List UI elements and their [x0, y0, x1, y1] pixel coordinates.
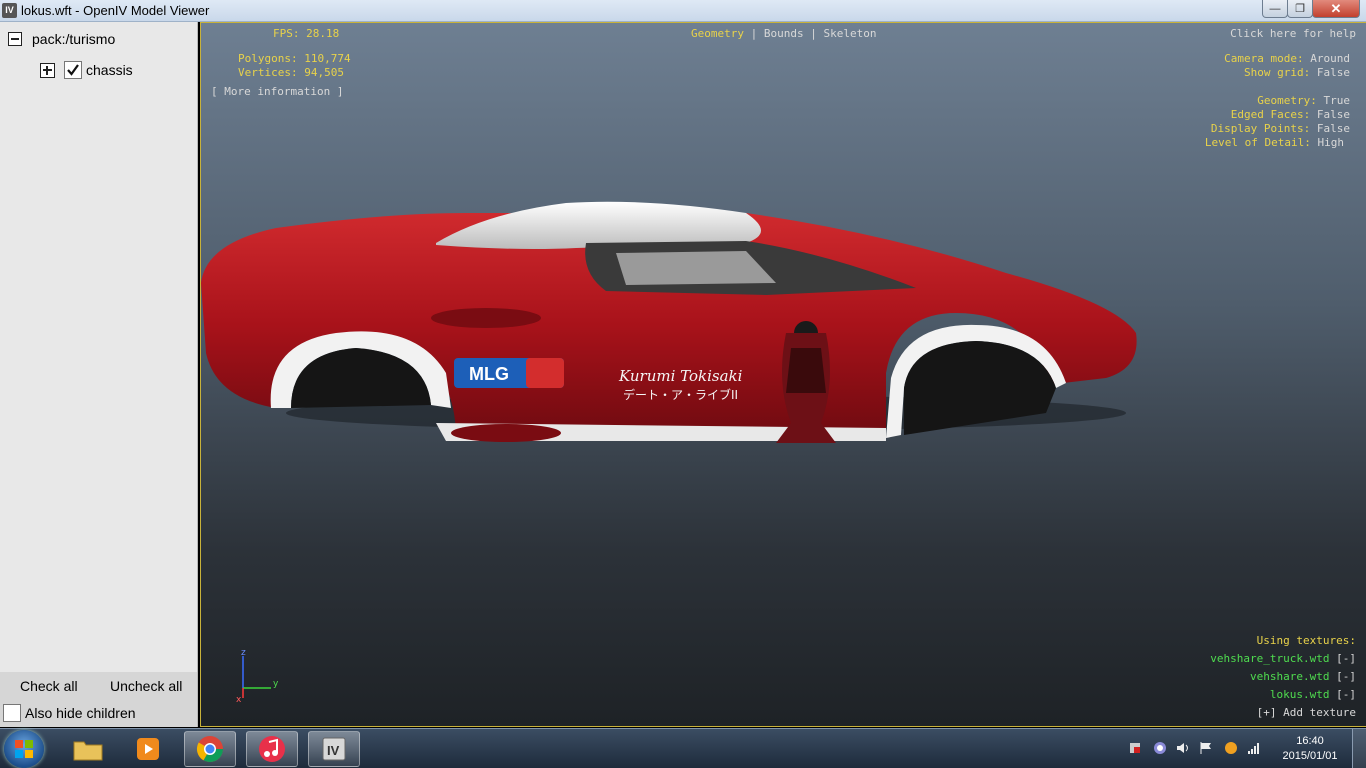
axis-z-label: z [241, 648, 246, 658]
setting-label: Edged Faces: [1230, 108, 1311, 121]
camera-mode-setting[interactable]: Camera mode: Around [1224, 52, 1350, 65]
taskbar-chrome[interactable] [184, 731, 236, 767]
mlg-text: MLG [469, 364, 509, 384]
setting-value[interactable]: False [1317, 108, 1350, 121]
fps-readout: FPS: 28.18 [273, 27, 340, 40]
setting-value[interactable]: True [1324, 94, 1351, 107]
setting-label: Geometry: [1257, 94, 1317, 107]
tree-root-row[interactable]: pack:/turismo [8, 31, 115, 47]
geometry-setting[interactable]: Geometry: True [1257, 94, 1350, 107]
setting-label: Camera mode: [1224, 52, 1304, 65]
axis-x-label: x [236, 695, 242, 703]
tray-network-alert-icon[interactable] [1128, 741, 1142, 755]
separator: | [750, 27, 758, 40]
setting-value[interactable]: Around [1310, 52, 1350, 65]
decal-subtitle-text: デート・ア・ライブII [623, 387, 738, 402]
taskbar-explorer[interactable] [62, 731, 114, 767]
car-model[interactable]: MLG Kurumi Tokisaki デート・ア・ライブII [186, 173, 1146, 453]
show-grid-setting[interactable]: Show grid: False [1244, 66, 1350, 79]
itunes-icon [259, 736, 285, 762]
decal-name-text: Kurumi Tokisaki [618, 367, 743, 385]
clock-date: 2015/01/01 [1282, 750, 1338, 762]
tree-item-chassis[interactable]: chassis [40, 61, 133, 79]
chrome-icon [196, 736, 224, 763]
close-button[interactable]: ✕ [1312, 0, 1360, 18]
side-intake-lower [451, 424, 561, 442]
also-hide-children-checkbox[interactable] [3, 704, 21, 722]
side-intake-upper [431, 308, 541, 328]
network-signal-icon[interactable] [1247, 741, 1261, 755]
tab-bounds[interactable]: Bounds [764, 27, 804, 40]
tab-geometry[interactable]: Geometry [691, 27, 744, 40]
window-title: lokus.wft - OpenIV Model Viewer [21, 3, 210, 18]
polygons-readout: Polygons: 110,774 [238, 52, 351, 65]
tray-app-icon[interactable] [1153, 741, 1167, 755]
uncheck-all-button[interactable]: Uncheck all [110, 678, 182, 694]
setting-label: Display Points: [1210, 122, 1311, 135]
start-button[interactable] [4, 730, 44, 768]
model-tree-panel: pack:/turismo chassis Check all Uncheck … [0, 22, 198, 727]
checkmark-icon [67, 64, 79, 76]
setting-value[interactable]: False [1317, 122, 1350, 135]
add-texture-button[interactable]: [+] Add texture [1257, 706, 1356, 719]
tray-orange-app-icon[interactable] [1224, 741, 1238, 755]
edged-faces-setting[interactable]: Edged Faces: False [1231, 108, 1350, 121]
clock-time: 16:40 [1296, 735, 1324, 747]
remove-texture-button[interactable]: [-] [1336, 652, 1356, 665]
remove-texture-button[interactable]: [-] [1336, 688, 1356, 701]
chassis-checkbox[interactable] [64, 61, 82, 79]
check-all-button[interactable]: Check all [20, 678, 78, 694]
action-center-flag-icon[interactable] [1199, 741, 1213, 755]
windows-logo-icon [15, 740, 33, 758]
axis-y-label: y [273, 679, 279, 689]
taskbar-openiv[interactable]: IV [308, 731, 360, 767]
axis-gizmo: z y x [236, 648, 279, 703]
texture-name[interactable]: vehshare_truck.wtd [1210, 652, 1329, 665]
setting-value[interactable]: High [1318, 136, 1345, 149]
mlg-decal: MLG [454, 358, 564, 388]
more-information-link[interactable]: [ More information ] [211, 85, 343, 98]
minimize-button[interactable]: — [1262, 0, 1288, 18]
taskbar-media-player[interactable] [122, 731, 174, 767]
texture-row[interactable]: lokus.wtd [-] [1270, 688, 1356, 701]
system-clock[interactable]: 16:40 2015/01/01 [1280, 734, 1340, 764]
taskbar-itunes[interactable] [246, 731, 298, 767]
level-of-detail-setting[interactable]: Level of Detail: High [1205, 136, 1344, 149]
setting-value[interactable]: False [1317, 66, 1350, 79]
media-player-icon [137, 738, 159, 760]
maximize-button[interactable]: ❐ [1287, 0, 1313, 18]
title-bar[interactable]: IV lokus.wft - OpenIV Model Viewer — ❐ ✕ [0, 0, 1366, 22]
help-link[interactable]: Click here for help [1230, 27, 1356, 40]
openiv-icon: IV [322, 737, 346, 761]
textures-title: Using textures: [1256, 634, 1356, 647]
separator: | [810, 27, 817, 40]
folder-icon [73, 741, 103, 761]
openiv-icon-text: IV [327, 743, 340, 758]
setting-label: Show grid: [1244, 66, 1311, 79]
tree-footer: Check all Uncheck all Also hide children [0, 672, 197, 727]
texture-row[interactable]: vehshare.wtd [-] [1250, 670, 1356, 683]
show-desktop-button[interactable] [1352, 729, 1366, 768]
taskbar: IV 16:40 2015/01/01 [0, 728, 1366, 768]
view-mode-tabs: Geometry | Bounds | Skeleton [691, 27, 876, 40]
openiv-app-icon[interactable]: IV [2, 3, 17, 18]
tree-root-label[interactable]: pack:/turismo [32, 31, 115, 47]
tree-item-label[interactable]: chassis [86, 62, 133, 78]
expand-icon[interactable] [40, 62, 55, 78]
remove-texture-button[interactable]: [-] [1336, 670, 1356, 683]
display-points-setting[interactable]: Display Points: False [1211, 122, 1350, 135]
tab-skeleton[interactable]: Skeleton [823, 27, 876, 40]
texture-row[interactable]: vehshare_truck.wtd [-] [1210, 652, 1356, 665]
collapse-icon[interactable] [8, 32, 22, 46]
also-hide-children-label[interactable]: Also hide children [25, 705, 136, 721]
texture-name[interactable]: lokus.wtd [1270, 688, 1330, 701]
also-hide-children-option[interactable]: Also hide children [3, 704, 136, 722]
volume-icon[interactable] [1176, 741, 1190, 755]
texture-name[interactable]: vehshare.wtd [1250, 670, 1329, 683]
vertices-readout: Vertices: 94,505 [238, 66, 344, 79]
setting-label: Level of Detail: [1204, 136, 1311, 149]
3d-viewport[interactable]: FPS: 28.18 Polygons: 110,774 Vertices: 9… [200, 22, 1366, 727]
